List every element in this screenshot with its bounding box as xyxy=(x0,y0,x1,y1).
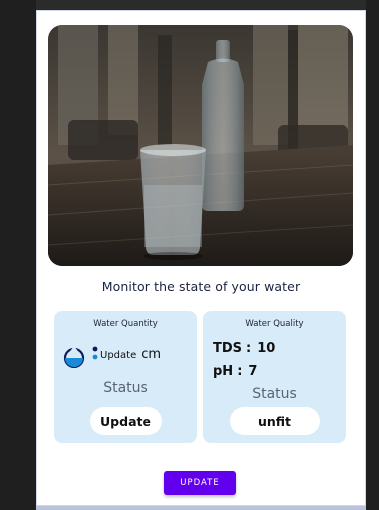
update-button[interactable]: UPDATE xyxy=(164,471,236,495)
page-headline: Monitor the state of your water xyxy=(101,279,301,294)
ph-value: 7 xyxy=(248,364,258,379)
left-window-bar xyxy=(0,0,36,510)
quantity-status-label: Status xyxy=(103,380,148,396)
hero-image xyxy=(48,25,353,266)
quality-status-pill: unfit xyxy=(229,407,320,435)
right-window-bar xyxy=(366,0,379,510)
quantity-status-pill: Update xyxy=(89,407,162,435)
water-quantity-card: Water Quantity Update cm Status Update xyxy=(54,311,197,443)
tds-label: TDS xyxy=(213,341,243,356)
water-drop-icon xyxy=(63,346,85,368)
ph-label: pH xyxy=(213,364,234,379)
quantity-unit: cm xyxy=(141,347,162,362)
ph-reading: pH:7 xyxy=(213,364,258,379)
app-screen: Monitor the state of your water Water Qu… xyxy=(36,10,366,506)
glass-of-water-photo xyxy=(48,25,353,266)
quantity-value-text: Update xyxy=(100,350,137,361)
water-quantity-title: Water Quantity xyxy=(93,319,158,329)
level-dots-icon xyxy=(92,346,98,360)
tds-reading: TDS:10 xyxy=(213,341,276,356)
water-quality-title: Water Quality xyxy=(245,319,304,329)
water-quality-card: Water Quality TDS:10 pH:7 Status unfit xyxy=(203,311,346,443)
water-quantity-value: Update cm xyxy=(100,347,161,362)
tds-value: 10 xyxy=(257,341,276,356)
quality-status-label: Status xyxy=(252,386,297,402)
bottom-strip xyxy=(36,506,366,510)
